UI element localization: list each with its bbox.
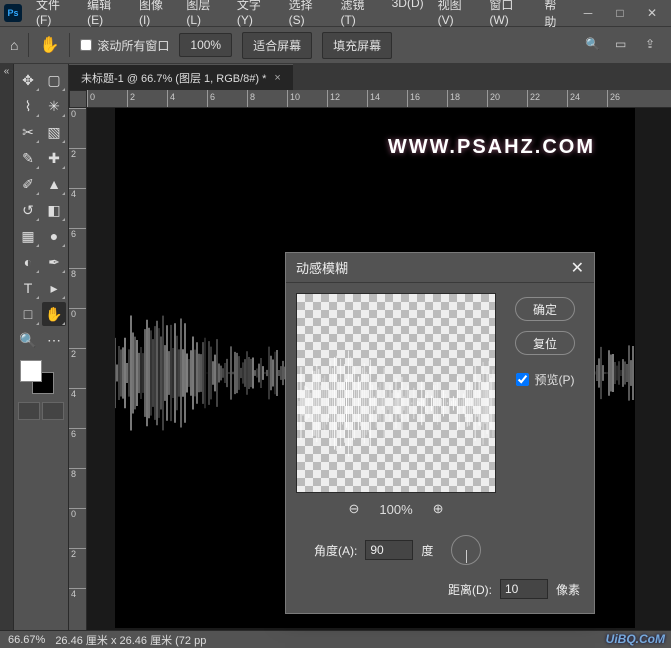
edit-toolbar[interactable]: ⋯ — [42, 328, 66, 352]
gradient-tool[interactable]: ▦ — [16, 224, 40, 248]
document-tab-title: 未标题-1 @ 66.7% (图层 1, RGB/8#) * — [81, 70, 266, 86]
angle-dial[interactable] — [451, 535, 481, 565]
status-zoom[interactable]: 66.67% — [8, 634, 45, 646]
path-select-tool[interactable]: ▸ — [42, 276, 66, 300]
fill-screen-button[interactable]: 填充屏幕 — [322, 32, 392, 59]
marquee-tool[interactable]: ▢ — [42, 68, 66, 92]
title-bar: Ps 文件(F) 编辑(E) 图像(I) 图层(L) 文字(Y) 选择(S) 滤… — [0, 0, 671, 26]
brush-tool[interactable]: ✐ — [16, 172, 40, 196]
close-tab-icon[interactable]: × — [274, 72, 280, 84]
dodge-tool[interactable]: ◐ — [16, 250, 40, 274]
motion-blur-dialog: 动感模糊 ✕ ⊖ 100% ⊕ 确定 复位 预览(P) 角度(A): 度 — [285, 252, 595, 614]
quick-mask-toggle[interactable] — [16, 402, 66, 420]
ruler-corner — [69, 90, 87, 108]
type-tool[interactable]: T — [16, 276, 40, 300]
frame-tool[interactable]: ▧ — [42, 120, 66, 144]
foreground-color-swatch[interactable] — [20, 360, 42, 382]
search-icon[interactable]: 🔍 — [585, 37, 601, 53]
document-tab[interactable]: 未标题-1 @ 66.7% (图层 1, RGB/8#) * × — [69, 64, 293, 90]
window-close-button[interactable]: ✕ — [637, 3, 667, 23]
site-watermark: UiBQ.CoM — [606, 632, 665, 646]
dialog-title: 动感模糊 — [296, 258, 348, 277]
crop-tool[interactable]: ✂ — [16, 120, 40, 144]
zoom-out-icon[interactable]: ⊖ — [348, 501, 359, 517]
app-logo: Ps — [4, 4, 22, 22]
angle-label: 角度(A): — [314, 542, 357, 559]
preview-checkbox-label: 预览(P) — [535, 371, 575, 388]
angle-unit: 度 — [421, 542, 433, 559]
separator — [69, 33, 70, 57]
menu-edit[interactable]: 编辑(E) — [81, 0, 131, 33]
distance-label: 距离(D): — [448, 581, 492, 598]
menu-help[interactable]: 帮助 — [538, 0, 573, 33]
stamp-tool[interactable]: ▲ — [42, 172, 66, 196]
fit-screen-button[interactable]: 适合屏幕 — [242, 32, 312, 59]
preview-box[interactable] — [296, 293, 496, 493]
distance-unit: 像素 — [556, 581, 580, 598]
move-tool[interactable]: ✥ — [16, 68, 40, 92]
zoom-tool[interactable]: 🔍 — [16, 328, 40, 352]
distance-input[interactable] — [500, 579, 548, 599]
separator — [28, 33, 29, 57]
panel-icon[interactable]: ▭ — [615, 37, 631, 53]
blur-tool[interactable]: ● — [42, 224, 66, 248]
toolbox: ✥ ▢ ⌇ ✳ ✂ ▧ ✎ ✚ ✐ ▲ ↺ ◧ ▦ ● ◐ ✒ T ▸ □ ✋ … — [14, 64, 69, 630]
document-tab-bar: 未标题-1 @ 66.7% (图层 1, RGB/8#) * × — [69, 64, 671, 90]
scroll-all-label: 滚动所有窗口 — [97, 37, 169, 54]
quick-select-tool[interactable]: ✳ — [42, 94, 66, 118]
menu-type[interactable]: 文字(Y) — [231, 0, 281, 33]
menu-file[interactable]: 文件(F) — [30, 0, 79, 33]
dialog-title-bar[interactable]: 动感模糊 ✕ — [286, 253, 594, 283]
canvas-watermark-text: WWW.PSAHZ.COM — [388, 136, 595, 159]
hand-tool[interactable]: ✋ — [42, 302, 66, 326]
menu-image[interactable]: 图像(I) — [133, 0, 178, 33]
preview-zoom-value: 100% — [379, 502, 412, 517]
share-icon[interactable]: ⇪ — [645, 37, 661, 53]
scroll-all-checkbox-input[interactable] — [80, 39, 92, 51]
ok-button[interactable]: 确定 — [515, 297, 575, 321]
status-dimensions: 26.46 厘米 x 26.46 厘米 (72 pp — [55, 632, 206, 648]
healing-tool[interactable]: ✚ — [42, 146, 66, 170]
angle-input[interactable] — [365, 540, 413, 560]
window-minimize-button[interactable]: － — [573, 3, 603, 23]
zoom-in-icon[interactable]: ⊕ — [433, 501, 444, 517]
scroll-all-windows-checkbox[interactable]: 滚动所有窗口 — [80, 37, 169, 54]
menu-window[interactable]: 窗口(W) — [483, 0, 536, 33]
lasso-tool[interactable]: ⌇ — [16, 94, 40, 118]
hand-tool-icon: ✋ — [39, 35, 59, 55]
color-swatches[interactable] — [16, 360, 66, 396]
menu-view[interactable]: 视图(V) — [432, 0, 482, 33]
preview-checkbox-input[interactable] — [516, 373, 529, 386]
history-brush-tool[interactable]: ↺ — [16, 198, 40, 222]
eyedropper-tool[interactable]: ✎ — [16, 146, 40, 170]
menu-layer[interactable]: 图层(L) — [180, 0, 229, 33]
vertical-ruler: 0246802468024 — [69, 108, 87, 630]
shape-tool[interactable]: □ — [16, 302, 40, 326]
zoom-button[interactable]: 100% — [179, 33, 232, 57]
home-icon[interactable]: ⌂ — [10, 37, 18, 53]
main-menu: 文件(F) 编辑(E) 图像(I) 图层(L) 文字(Y) 选择(S) 滤镜(T… — [30, 0, 573, 33]
dialog-close-button[interactable]: ✕ — [571, 258, 584, 278]
status-bar: 66.67% 26.46 厘米 x 26.46 厘米 (72 pp — [0, 630, 671, 648]
reset-button[interactable]: 复位 — [515, 331, 575, 355]
preview-checkbox[interactable]: 预览(P) — [516, 371, 575, 388]
pen-tool[interactable]: ✒ — [42, 250, 66, 274]
collapsed-panel-strip[interactable]: « — [0, 64, 14, 630]
menu-filter[interactable]: 滤镜(T) — [334, 0, 383, 33]
horizontal-ruler: 02468101214161820222426 — [87, 90, 671, 108]
eraser-tool[interactable]: ◧ — [42, 198, 66, 222]
window-maximize-button[interactable]: □ — [605, 3, 635, 23]
menu-select[interactable]: 选择(S) — [283, 0, 333, 33]
menu-3d[interactable]: 3D(D) — [386, 0, 430, 33]
